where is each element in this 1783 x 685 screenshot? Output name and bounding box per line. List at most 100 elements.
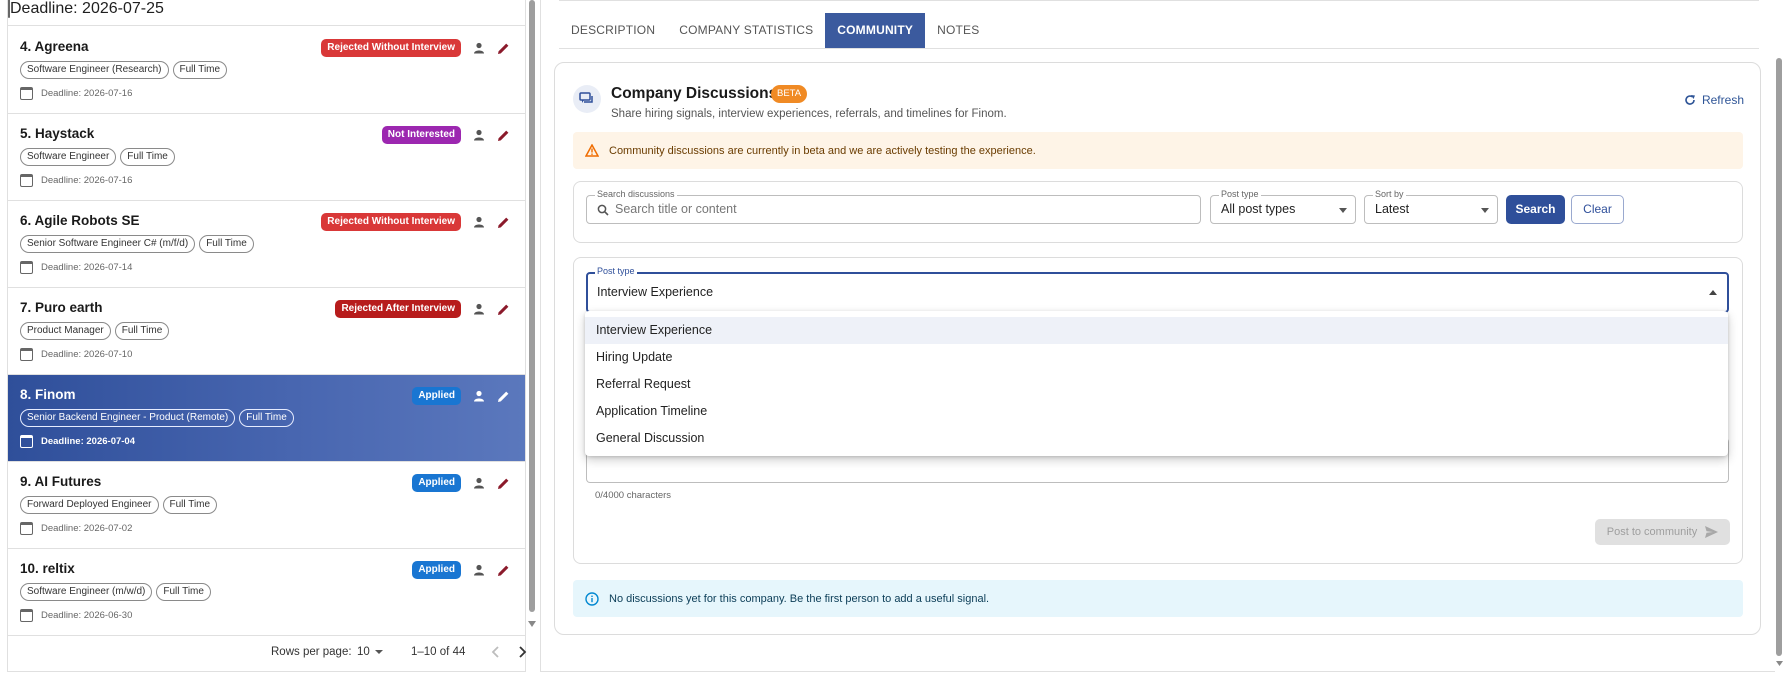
job-list-scrollbar[interactable]: [528, 0, 536, 630]
job-actions: Applied: [412, 561, 511, 579]
send-icon: [1705, 526, 1719, 538]
post-type-option[interactable]: Interview Experience: [585, 317, 1728, 344]
edit-icon[interactable]: [496, 41, 511, 56]
status-badge[interactable]: Applied: [412, 561, 461, 579]
status-badge[interactable]: Not Interested: [381, 126, 461, 144]
job-chip: Full Time: [239, 409, 294, 427]
edit-icon[interactable]: [496, 215, 511, 230]
deadline-text: Deadline: 2026-07-16: [41, 88, 133, 99]
scrollbar-thumb[interactable]: [529, 0, 535, 612]
sort-by-select[interactable]: Sort by Latest: [1364, 189, 1498, 224]
detail-tabs: DESCRIPTION COMPANY STATISTICS COMMUNITY…: [559, 13, 991, 48]
calendar-icon: [20, 522, 33, 535]
job-row[interactable]: 5. Haystack Software Engineer Full Time D…: [8, 114, 525, 201]
job-chip: Full Time: [162, 496, 218, 514]
post-type-filter-select[interactable]: Post type All post types: [1210, 189, 1356, 224]
job-row[interactable]: 9. AI Futures Forward Deployed Engineer F…: [8, 462, 525, 549]
discussions-subtitle: Share hiring signals, interview experien…: [611, 108, 1007, 120]
status-badge[interactable]: Rejected After Interview: [335, 300, 461, 318]
job-chip: Software Engineer: [20, 148, 117, 166]
person-icon[interactable]: [471, 128, 486, 143]
edit-icon[interactable]: [496, 128, 511, 143]
tab-description[interactable]: DESCRIPTION: [559, 13, 667, 48]
deadline-text: Deadline: 2026-07-04: [41, 436, 135, 447]
deadline: Deadline: 2026-07-14: [20, 261, 132, 274]
job-row-partial[interactable]: Deadline: 2026-07-25: [8, 0, 525, 26]
post-type-option[interactable]: Application Timeline: [585, 398, 1728, 425]
job-chips: Software Engineer (Research) Full Time: [20, 61, 228, 79]
job-row[interactable]: 7. Puro earth Product Manager Full Time D…: [8, 288, 525, 375]
scrollbar-thumb[interactable]: [1776, 58, 1782, 656]
search-button[interactable]: Search: [1506, 195, 1565, 224]
post-button-label: Post to community: [1606, 526, 1698, 538]
next-page-button[interactable]: [515, 644, 529, 663]
chevron-right-icon: [519, 646, 527, 658]
post-type-option[interactable]: General Discussion: [585, 425, 1728, 452]
post-type-option[interactable]: Referral Request: [585, 371, 1728, 398]
prev-page-button[interactable]: [489, 644, 503, 663]
empty-state-alert: No discussions yet for this company. Be …: [573, 580, 1743, 617]
job-list-panel: Deadline: 2026-07-25 4. Agreena Software…: [7, 0, 526, 672]
deadline: Deadline: 2026-07-10: [20, 348, 132, 361]
job-title: 6. Agile Robots SE: [20, 213, 140, 228]
warning-text: Community discussions are currently in b…: [609, 144, 1036, 157]
post-type-filter-label: Post type: [1219, 189, 1261, 199]
job-row[interactable]: 6. Agile Robots SE Senior Software Engin…: [8, 201, 525, 288]
job-chip: Full Time: [114, 322, 170, 340]
job-row[interactable]: 8. Finom Senior Backend Engineer - Produ…: [8, 375, 525, 462]
scroll-down-icon[interactable]: [528, 620, 536, 628]
tab-notes[interactable]: NOTES: [925, 13, 991, 48]
post-type-select[interactable]: Post type Interview Experience: [586, 266, 1729, 313]
post-to-community-button[interactable]: Post to community: [1595, 519, 1730, 545]
person-icon[interactable]: [471, 302, 486, 317]
info-icon: [585, 591, 599, 606]
calendar-icon: [20, 174, 33, 187]
post-type-option[interactable]: Hiring Update: [585, 344, 1728, 371]
clear-button[interactable]: Clear: [1571, 195, 1624, 224]
person-icon[interactable]: [471, 389, 486, 404]
person-icon[interactable]: [471, 215, 486, 230]
job-chip: Senior Backend Engineer - Product (Remot…: [20, 409, 236, 427]
search-placeholder: Search title or content: [615, 202, 737, 216]
edit-icon[interactable]: [496, 389, 511, 404]
scroll-down-icon[interactable]: [1776, 660, 1783, 667]
edit-icon[interactable]: [496, 476, 511, 491]
beta-badge: BETA: [771, 85, 808, 103]
edit-icon[interactable]: [496, 563, 511, 578]
job-title: 8. Finom: [20, 387, 76, 402]
job-actions: Rejected Without Interview: [321, 213, 511, 231]
search-input[interactable]: Search discussions Search title or conte…: [586, 189, 1201, 224]
tab-community[interactable]: COMMUNITY: [825, 13, 926, 48]
status-badge[interactable]: Applied: [412, 474, 461, 492]
post-type-label: Post type: [595, 266, 637, 276]
person-icon[interactable]: [471, 476, 486, 491]
calendar-icon: [20, 348, 33, 361]
deadline-text: Deadline: 2026-07-02: [41, 523, 133, 534]
refresh-icon: [1685, 95, 1695, 105]
job-chip: Full Time: [172, 61, 228, 79]
page-scrollbar[interactable]: [1776, 0, 1783, 672]
job-row[interactable]: 4. Agreena Software Engineer (Research) F…: [8, 27, 525, 114]
person-icon[interactable]: [471, 563, 486, 578]
status-badge[interactable]: Rejected Without Interview: [321, 213, 461, 231]
job-row[interactable]: 10. reltix Software Engineer (m/w/d) Full…: [8, 549, 525, 636]
edit-icon[interactable]: [496, 302, 511, 317]
tabs-divider: [559, 48, 1759, 49]
divider: [559, 0, 1759, 1]
rows-per-page-label: Rows per page:: [271, 646, 352, 658]
tab-company-statistics[interactable]: COMPANY STATISTICS: [667, 13, 825, 48]
job-chips: Senior Backend Engineer - Product (Remot…: [20, 409, 294, 427]
deadline: Deadline: 2026-07-04: [20, 435, 135, 448]
chevron-down-icon: [1339, 208, 1347, 213]
rows-per-page-select[interactable]: 10: [357, 646, 384, 658]
deadline-text: Deadline: 2026-07-25: [10, 0, 164, 17]
person-icon[interactable]: [471, 41, 486, 56]
refresh-button[interactable]: Refresh: [1684, 93, 1744, 107]
job-chip: Product Manager: [20, 322, 111, 340]
status-badge[interactable]: Applied: [412, 387, 461, 405]
forum-icon: [573, 85, 601, 113]
post-type-dropdown-menu: Interview Experience Hiring Update Refer…: [585, 311, 1728, 456]
job-chip: Full Time: [120, 148, 175, 166]
post-type-value: Interview Experience: [597, 285, 714, 299]
status-badge[interactable]: Rejected Without Interview: [321, 39, 461, 57]
